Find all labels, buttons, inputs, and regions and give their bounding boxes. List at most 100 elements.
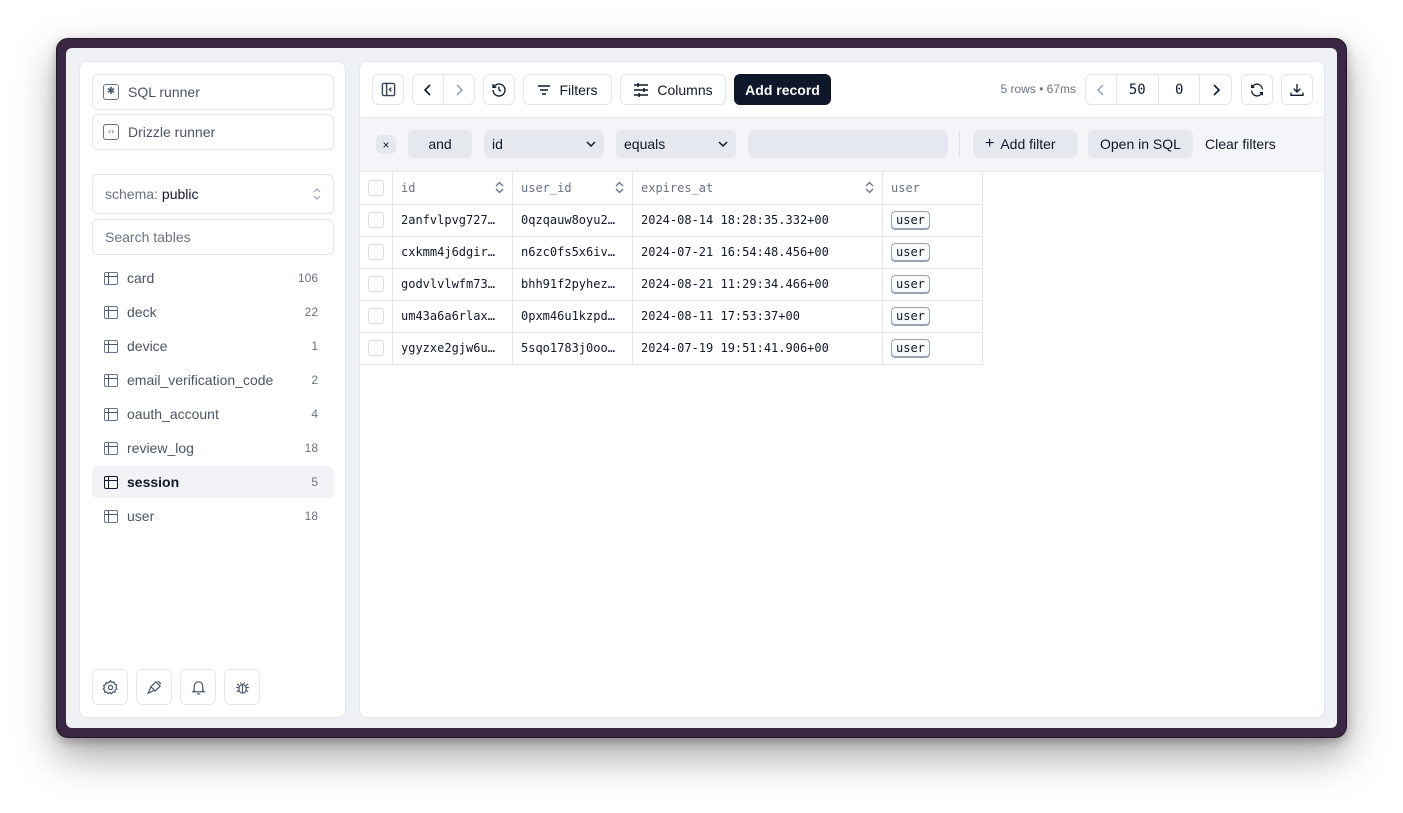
column-header-id[interactable]: id — [392, 172, 513, 205]
schema-select[interactable]: schema: public — [92, 174, 334, 214]
add-record-button[interactable]: Add record — [734, 74, 831, 105]
row-checkbox[interactable] — [368, 244, 384, 260]
sliders-icon — [634, 82, 649, 97]
column-header-user-id[interactable]: user_id — [512, 172, 633, 205]
table-icon — [104, 407, 118, 421]
sidebar-item-oauth-account[interactable]: oauth_account 4 — [92, 398, 334, 430]
history-button[interactable] — [483, 74, 515, 105]
sort-icon[interactable] — [495, 181, 504, 194]
column-header-expires-at[interactable]: expires_at — [632, 172, 883, 205]
settings-icon — [102, 679, 118, 695]
chevron-left-icon — [1096, 83, 1104, 96]
column-label: user — [891, 180, 920, 195]
cell-expires-at[interactable]: 2024-08-21 11:29:34.466+00 — [632, 267, 883, 301]
cell-user-id[interactable]: n6zc0fs5x6iv… — [512, 235, 633, 269]
sort-icon[interactable] — [865, 181, 874, 194]
cell-id[interactable]: 2anfvlpvg727… — [392, 203, 513, 237]
columns-label: Columns — [657, 81, 713, 98]
relation-link[interactable]: user — [891, 243, 930, 261]
settings-button[interactable] — [92, 669, 128, 705]
debug-button[interactable] — [224, 669, 260, 705]
sql-runner-button[interactable]: ✱ SQL runner — [92, 74, 334, 110]
forward-button[interactable] — [444, 75, 474, 104]
chevron-down-icon — [718, 141, 728, 147]
relation-link[interactable]: user — [891, 307, 930, 325]
column-header-user[interactable]: user — [882, 172, 983, 205]
row-checkbox[interactable] — [368, 212, 384, 228]
search-tables-input[interactable] — [92, 219, 334, 255]
theme-button[interactable] — [136, 669, 172, 705]
cell-user-id[interactable]: 0qzqauw8oyu2… — [512, 203, 633, 237]
code-icon: ‹› — [103, 124, 119, 140]
filter-operator-select[interactable]: equals — [616, 130, 736, 158]
cell-id[interactable]: um43a6a6rlax… — [392, 299, 513, 333]
offset-input[interactable]: 0 — [1159, 75, 1201, 104]
schema-label: schema: — [105, 186, 158, 202]
row-checkbox[interactable] — [368, 340, 384, 356]
filter-conjunction[interactable]: and — [408, 130, 472, 158]
sidebar-item-deck[interactable]: deck 22 — [92, 296, 334, 328]
table-row[interactable]: um43a6a6rlax… 0pxm46u1kzpd… 2024-08-11 17:… — [360, 299, 983, 333]
relation-link[interactable]: user — [891, 275, 930, 293]
columns-button[interactable]: Columns — [620, 74, 726, 105]
filter-column-select[interactable]: id — [484, 130, 604, 158]
notifications-button[interactable] — [180, 669, 216, 705]
prev-page-button[interactable] — [1086, 75, 1117, 104]
relation-link[interactable]: user — [891, 211, 930, 229]
cell-expires-at[interactable]: 2024-07-19 19:51:41.906+00 — [632, 331, 883, 365]
data-grid: id user_id expires_at user 2anfvlpvg727…… — [360, 172, 983, 365]
row-checkbox[interactable] — [368, 308, 384, 324]
sidebar-item-review-log[interactable]: review_log 18 — [92, 432, 334, 464]
table-icon — [104, 475, 118, 489]
relation-link[interactable]: user — [891, 339, 930, 357]
refresh-button[interactable] — [1241, 74, 1273, 105]
cell-expires-at[interactable]: 2024-08-11 17:53:37+00 — [632, 299, 883, 333]
cell-user: user — [882, 203, 983, 237]
cell-expires-at[interactable]: 2024-07-21 16:54:48.456+00 — [632, 235, 883, 269]
row-count: 106 — [297, 271, 318, 285]
sidebar-item-user[interactable]: user 18 — [92, 500, 334, 532]
row-count: 5 — [311, 475, 318, 489]
filters-label: Filters — [559, 81, 598, 98]
close-icon: × — [382, 137, 390, 152]
open-in-sql-button[interactable]: Open in SQL — [1088, 130, 1193, 158]
select-all-checkbox[interactable] — [368, 179, 384, 196]
select-all-cell — [360, 172, 393, 205]
toggle-sidebar-button[interactable] — [372, 74, 404, 105]
table-row[interactable]: godvlvlwfm73… bhh91f2pyhez… 2024-08-21 11:… — [360, 267, 983, 301]
cell-user-id[interactable]: 0pxm46u1kzpd… — [512, 299, 633, 333]
row-checkbox[interactable] — [368, 276, 384, 292]
row-count: 18 — [304, 509, 318, 523]
limit-input[interactable]: 50 — [1117, 75, 1159, 104]
cell-id[interactable]: godvlvlwfm73… — [392, 267, 513, 301]
table-row[interactable]: ygyzxe2gjw6u… 5sqo1783j0oo… 2024-07-19 19:… — [360, 331, 983, 365]
cell-id[interactable]: cxkmm4j6dgir… — [392, 235, 513, 269]
table-row[interactable]: cxkmm4j6dgir… n6zc0fs5x6iv… 2024-07-21 16:… — [360, 235, 983, 269]
cell-user-id[interactable]: 5sqo1783j0oo… — [512, 331, 633, 365]
export-button[interactable] — [1281, 74, 1313, 105]
row-count: 18 — [304, 441, 318, 455]
sidebar-item-card[interactable]: card 106 — [92, 262, 334, 294]
add-filter-button[interactable]: + Add filter — [973, 130, 1077, 158]
table-row[interactable]: 2anfvlpvg727… 0qzqauw8oyu2… 2024-08-14 18:… — [360, 203, 983, 237]
plus-icon: + — [985, 135, 995, 152]
back-button[interactable] — [413, 75, 444, 104]
remove-filter-button[interactable]: × — [376, 135, 396, 154]
cell-user-id[interactable]: bhh91f2pyhez… — [512, 267, 633, 301]
drizzle-runner-button[interactable]: ‹› Drizzle runner — [92, 114, 334, 150]
next-page-button[interactable] — [1200, 75, 1231, 104]
filter-value-input[interactable] — [748, 130, 948, 158]
clear-filters-button[interactable]: Clear filters — [1197, 130, 1284, 158]
column-label: user_id — [521, 180, 572, 195]
sidebar-item-email-verification-code[interactable]: email_verification_code 2 — [92, 364, 334, 396]
chevron-down-icon — [586, 141, 596, 147]
sidebar-item-session[interactable]: session 5 — [92, 466, 334, 498]
filters-button[interactable]: Filters — [523, 74, 612, 105]
cell-expires-at[interactable]: 2024-08-14 18:28:35.332+00 — [632, 203, 883, 237]
cell-id[interactable]: ygyzxe2gjw6u… — [392, 331, 513, 365]
select-cell — [360, 267, 393, 301]
conjunction-label: and — [428, 136, 452, 152]
sidebar-item-device[interactable]: device 1 — [92, 330, 334, 362]
drizzle-runner-label: Drizzle runner — [128, 124, 216, 140]
sort-icon[interactable] — [615, 181, 624, 194]
